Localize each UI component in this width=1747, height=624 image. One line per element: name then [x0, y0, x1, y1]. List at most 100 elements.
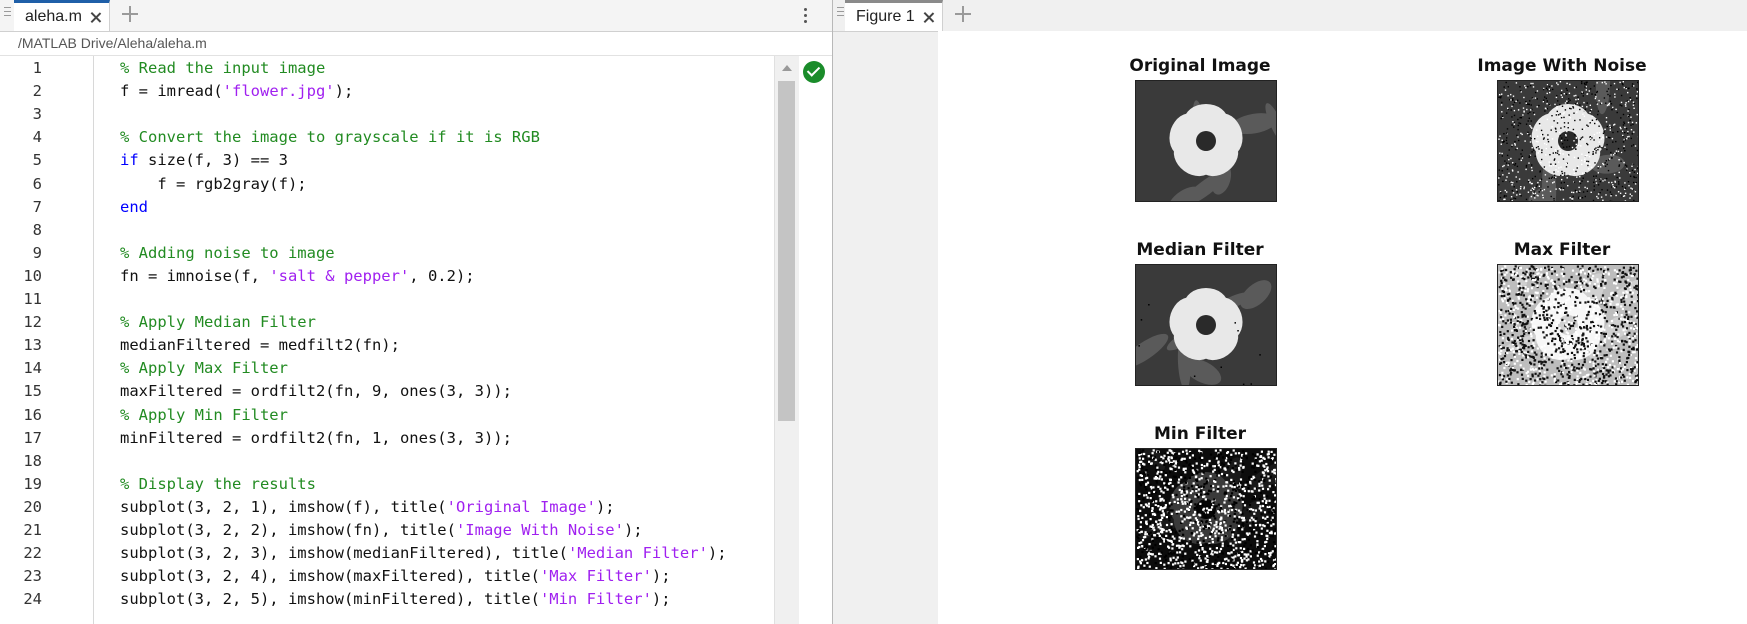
- code-text: % Apply Median Filter: [120, 313, 316, 332]
- subplot-image[interactable]: [1135, 264, 1277, 386]
- code-text: end: [120, 197, 148, 216]
- vertical-scrollbar[interactable]: [774, 56, 799, 624]
- figure-tab-bar: Figure 1: [833, 0, 1747, 32]
- figure-canvas[interactable]: Original Image Image With Noise Median F…: [938, 31, 1747, 624]
- scroll-up-icon[interactable]: [782, 65, 792, 71]
- code-text: % Apply Min Filter: [120, 405, 288, 424]
- code-text: medianFiltered = medfilt2(fn);: [120, 336, 400, 355]
- line-number: 23: [23, 567, 42, 586]
- code-text: minFiltered = ordfilt2(fn, 1, ones(3, 3)…: [120, 428, 512, 447]
- line-number: 8: [32, 220, 42, 239]
- code-line[interactable]: 20 subplot(3, 2, 1), imshow(f), title('Or…: [0, 496, 780, 519]
- subplot-image[interactable]: [1497, 80, 1639, 202]
- code-line[interactable]: 16 % Apply Min Filter: [0, 404, 780, 427]
- line-number: 24: [23, 590, 42, 609]
- code-text: subplot(3, 2, 3), imshow(medianFiltered)…: [120, 544, 727, 563]
- line-number: 9: [32, 243, 42, 262]
- editor-tab[interactable]: aleha.m: [14, 0, 110, 31]
- code-text: maxFiltered = ordfilt2(fn, 9, ones(3, 3)…: [120, 382, 512, 401]
- code-text: subplot(3, 2, 2), imshow(fn), title('Ima…: [120, 521, 643, 539]
- code-text: % Convert the image to grayscale if it i…: [120, 128, 540, 147]
- more-options-icon[interactable]: [804, 8, 808, 24]
- code-line[interactable]: 11: [0, 288, 780, 311]
- code-line[interactable]: 6 f = rgb2gray(f);: [0, 173, 780, 196]
- figure-pane: Figure 1 Original Image Image With Noise…: [833, 0, 1747, 624]
- subplot-title: Median Filter: [1136, 240, 1264, 260]
- line-number: 21: [23, 521, 42, 539]
- line-number: 22: [23, 544, 42, 563]
- file-path: /MATLAB Drive/Aleha/aleha.m: [0, 31, 832, 56]
- code-line[interactable]: 13 medianFiltered = medfilt2(fn);: [0, 334, 780, 357]
- line-number: 20: [23, 497, 42, 516]
- code-line[interactable]: 1 % Read the input image: [0, 57, 780, 80]
- code-text: if size(f, 3) == 3: [120, 151, 288, 170]
- line-number: 15: [23, 382, 42, 401]
- checkmark-circle-icon[interactable]: [803, 61, 825, 83]
- code-editor[interactable]: 1 % Read the input image 2 f = imread('flow…: [0, 56, 798, 624]
- subplot-image[interactable]: [1135, 80, 1277, 202]
- code-line[interactable]: 12 % Apply Median Filter: [0, 311, 780, 334]
- code-line[interactable]: 17 minFiltered = ordfilt2(fn, 1, ones(3, …: [0, 427, 780, 450]
- code-text: fn = imnoise(f, 'salt & pepper', 0.2);: [120, 266, 475, 285]
- code-line[interactable]: 22 subplot(3, 2, 3), imshow(medianFiltere…: [0, 542, 780, 565]
- code-line[interactable]: 23 subplot(3, 2, 4), imshow(maxFiltered),…: [0, 565, 780, 588]
- code-line[interactable]: 8: [0, 219, 780, 242]
- code-text: % Adding noise to image: [120, 243, 335, 262]
- code-text: subplot(3, 2, 4), imshow(maxFiltered), t…: [120, 567, 671, 586]
- line-number: 13: [23, 336, 42, 355]
- code-line[interactable]: 10 fn = imnoise(f, 'salt & pepper', 0.2);: [0, 265, 780, 288]
- subplot-title: Original Image: [1129, 56, 1271, 76]
- line-number: 5: [32, 151, 42, 170]
- add-tab-plus-icon[interactable]: [121, 5, 139, 23]
- code-line[interactable]: 14 % Apply Max Filter: [0, 357, 780, 380]
- close-icon[interactable]: [923, 12, 934, 23]
- code-text: % Read the input image: [120, 59, 326, 77]
- line-number: 17: [23, 428, 42, 447]
- scrollbar-thumb[interactable]: [778, 81, 795, 421]
- code-line[interactable]: 15 maxFiltered = ordfilt2(fn, 9, ones(3, …: [0, 380, 780, 403]
- line-number: 18: [23, 451, 42, 470]
- subplot-image[interactable]: [1135, 448, 1277, 570]
- code-line[interactable]: 19 % Display the results: [0, 473, 780, 496]
- figure-tab[interactable]: Figure 1: [845, 0, 943, 31]
- code-text: f = rgb2gray(f);: [120, 174, 307, 193]
- drag-handle-icon[interactable]: [837, 7, 844, 21]
- editor-tab-label: aleha.m: [25, 8, 82, 25]
- code-text: subplot(3, 2, 1), imshow(f), title('Orig…: [120, 497, 615, 516]
- code-text: % Apply Max Filter: [120, 359, 288, 378]
- code-line[interactable]: 9 % Adding noise to image: [0, 242, 780, 265]
- line-number: 19: [23, 474, 42, 493]
- subplot-image[interactable]: [1497, 264, 1639, 386]
- close-icon[interactable]: [90, 12, 101, 23]
- code-line[interactable]: 21 subplot(3, 2, 2), imshow(fn), title('I…: [0, 519, 780, 542]
- line-number: 4: [32, 128, 42, 147]
- line-number: 14: [23, 359, 42, 378]
- line-number: 16: [23, 405, 42, 424]
- drag-handle-icon[interactable]: [4, 7, 11, 21]
- code-text: subplot(3, 2, 5), imshow(minFiltered), t…: [120, 590, 671, 609]
- line-number: 2: [32, 82, 42, 101]
- subplot-title: Max Filter: [1513, 240, 1611, 260]
- line-number: 12: [23, 313, 42, 332]
- code-line[interactable]: 2 f = imread('flower.jpg');: [0, 80, 780, 103]
- add-figure-plus-icon[interactable]: [954, 5, 972, 23]
- subplot-title: Image With Noise: [1477, 56, 1647, 76]
- code-text: % Display the results: [120, 474, 316, 493]
- code-text: f = imread('flower.jpg');: [120, 82, 354, 101]
- line-number: 1: [32, 59, 42, 77]
- code-line[interactable]: 18: [0, 450, 780, 473]
- code-line[interactable]: 3: [0, 103, 780, 126]
- editor-pane: aleha.m /MATLAB Drive/Aleha/aleha.m 1 % R…: [0, 0, 832, 624]
- line-number: 10: [23, 266, 42, 285]
- line-number: 6: [32, 174, 42, 193]
- figure-tab-label: Figure 1: [856, 8, 915, 25]
- code-line[interactable]: 24 subplot(3, 2, 5), imshow(minFiltered),…: [0, 588, 780, 611]
- code-line[interactable]: 4 % Convert the image to grayscale if it …: [0, 126, 780, 149]
- editor-tab-bar: aleha.m: [0, 0, 832, 32]
- line-number: 11: [23, 290, 42, 308]
- line-number: 7: [32, 197, 42, 216]
- subplot-title: Min Filter: [1153, 424, 1247, 444]
- line-number: 3: [32, 105, 42, 124]
- code-line[interactable]: 7 end: [0, 196, 780, 219]
- code-line[interactable]: 5 if size(f, 3) == 3: [0, 149, 780, 172]
